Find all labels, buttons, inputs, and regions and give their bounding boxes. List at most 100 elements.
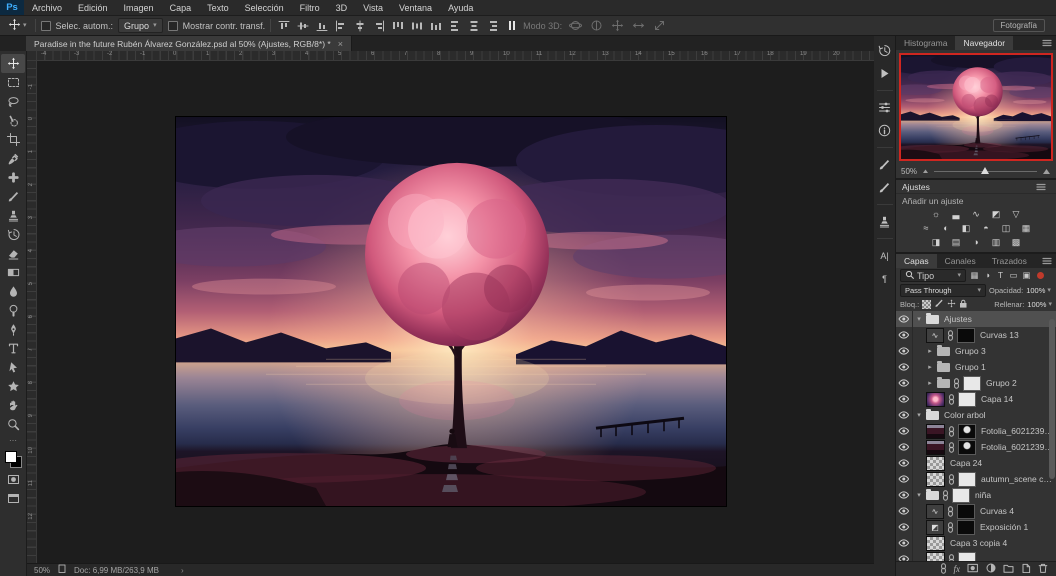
- lasso-tool[interactable]: [1, 92, 25, 111]
- layer-row-partial[interactable]: [896, 551, 1056, 561]
- navigator-preview[interactable]: [899, 53, 1053, 161]
- layer-visibility-toggle[interactable]: [896, 519, 913, 535]
- layer-visibility-toggle[interactable]: [896, 439, 913, 455]
- link-mask-icon[interactable]: [942, 490, 949, 501]
- link-mask-icon[interactable]: [947, 506, 954, 517]
- expand-group-icon[interactable]: ▸: [926, 363, 934, 371]
- brush-tool[interactable]: [1, 187, 25, 206]
- link-mask-icon[interactable]: [953, 378, 960, 389]
- collapse-group-icon[interactable]: ▾: [915, 491, 923, 499]
- layer-mask-thumbnail[interactable]: [958, 552, 976, 562]
- type-tool[interactable]: [1, 339, 25, 358]
- filter-toggle-icon[interactable]: [1037, 272, 1044, 279]
- align-options-icon[interactable]: [506, 21, 518, 30]
- photoshop-logo[interactable]: Ps: [0, 0, 24, 15]
- dist-vcenter-icon[interactable]: [409, 19, 425, 33]
- layer-visibility-toggle[interactable]: [896, 311, 913, 327]
- menu-seleccion[interactable]: Selección: [237, 0, 292, 15]
- layer-row-nina[interactable]: ▾niña: [896, 487, 1056, 503]
- layer-mask-thumbnail[interactable]: [957, 520, 975, 535]
- dist-left-icon[interactable]: [447, 19, 463, 33]
- status-zoom-value[interactable]: 50%: [34, 566, 50, 575]
- filter-pixel-icon[interactable]: ▦: [969, 270, 980, 281]
- color-swatches[interactable]: [5, 451, 22, 468]
- invert-adjustment-icon[interactable]: ◨: [928, 236, 944, 248]
- layer-mask-thumbnail[interactable]: [958, 424, 976, 439]
- layer-row-capa-14[interactable]: Capa 14: [896, 391, 1056, 407]
- filter-type-icon[interactable]: T: [995, 270, 1006, 281]
- menu-edicion[interactable]: Edición: [70, 0, 116, 15]
- layer-thumbnail[interactable]: [926, 456, 945, 471]
- quick-mask-button[interactable]: [1, 470, 25, 489]
- align-bottom-icon[interactable]: [314, 19, 330, 33]
- menu-vista[interactable]: Vista: [355, 0, 391, 15]
- lock-all-icon[interactable]: [959, 299, 968, 310]
- layer-row-ajustes[interactable]: ▾Ajustes: [896, 311, 1056, 327]
- workspace-switcher[interactable]: Fotografía: [993, 19, 1045, 32]
- new-layer-button[interactable]: [1021, 563, 1031, 575]
- character-panel-icon[interactable]: A|: [876, 248, 894, 263]
- align-left-icon[interactable]: [333, 19, 349, 33]
- layer-visibility-toggle[interactable]: [896, 327, 913, 343]
- photo-filter-adjustment-icon[interactable]: ◓: [978, 222, 994, 234]
- layer-visibility-toggle[interactable]: [896, 535, 913, 551]
- layers-scrollbar[interactable]: [1049, 319, 1055, 479]
- fill-value[interactable]: 100%▾: [1027, 300, 1052, 309]
- layer-visibility-toggle[interactable]: [896, 503, 913, 519]
- lock-pixels-icon[interactable]: [934, 298, 944, 310]
- menu-capa[interactable]: Capa: [162, 0, 200, 15]
- properties-panel-icon[interactable]: [876, 100, 894, 115]
- layer-row-curvas-4[interactable]: ∿Curvas 4: [896, 503, 1056, 519]
- menu-archivo[interactable]: Archivo: [24, 0, 70, 15]
- align-right-icon[interactable]: [371, 19, 387, 33]
- gradient-map-adjustment-icon[interactable]: ▥: [988, 236, 1004, 248]
- menu-filtro[interactable]: Filtro: [292, 0, 328, 15]
- blur-tool[interactable]: [1, 282, 25, 301]
- layer-row-autumn-scene-copia[interactable]: autumn_scene copia: [896, 471, 1056, 487]
- color-balance-adjustment-icon[interactable]: ◐: [938, 222, 954, 234]
- show-transform-checkbox[interactable]: [168, 21, 178, 31]
- screen-mode-button[interactable]: [1, 489, 25, 508]
- channel-mixer-adjustment-icon[interactable]: ◫: [998, 222, 1014, 234]
- tab-histograma[interactable]: Histograma: [896, 36, 955, 50]
- layer-thumbnail[interactable]: [926, 440, 945, 455]
- layer-row-exposicion-1[interactable]: ◩Exposición 1: [896, 519, 1056, 535]
- auto-select-dropdown[interactable]: Grupo▾: [118, 18, 163, 33]
- menu-ayuda[interactable]: Ayuda: [440, 0, 481, 15]
- layer-thumbnail[interactable]: [926, 392, 945, 407]
- filter-adjustment-icon[interactable]: ◑: [982, 270, 993, 281]
- eyedropper-tool[interactable]: [1, 149, 25, 168]
- menu-texto[interactable]: Texto: [199, 0, 237, 15]
- layer-row-curvas-13[interactable]: ∿Curvas 13: [896, 327, 1056, 343]
- info-panel-icon[interactable]: [876, 123, 894, 138]
- layer-visibility-toggle[interactable]: [896, 423, 913, 439]
- link-mask-icon[interactable]: [948, 394, 955, 405]
- path-selection-tool[interactable]: [1, 358, 25, 377]
- zoom-slider[interactable]: [934, 171, 1037, 172]
- expand-group-icon[interactable]: ▸: [926, 347, 934, 355]
- vibrance-adjustment-icon[interactable]: ▽: [1008, 208, 1024, 220]
- tab-canales[interactable]: Canales: [937, 254, 984, 268]
- layer-row-grupo-1[interactable]: ▸Grupo 1: [896, 359, 1056, 375]
- layer-row-color-arbol[interactable]: ▾Color arbol: [896, 407, 1056, 423]
- selective-color-adjustment-icon[interactable]: ▩: [1008, 236, 1024, 248]
- curves-layer-icon[interactable]: ∿: [926, 328, 944, 343]
- rectangular-marquee-tool[interactable]: [1, 73, 25, 92]
- zoom-tool[interactable]: [1, 415, 25, 434]
- lock-position-icon[interactable]: [947, 299, 956, 310]
- auto-select-checkbox[interactable]: [41, 21, 51, 31]
- hue-saturation-adjustment-icon[interactable]: ≈: [918, 222, 934, 234]
- layer-filter-type-dropdown[interactable]: Tipo▾: [900, 269, 966, 282]
- clone-stamp-tool[interactable]: [1, 206, 25, 225]
- quick-selection-tool[interactable]: [1, 111, 25, 130]
- layer-visibility-toggle[interactable]: [896, 343, 913, 359]
- layer-visibility-toggle[interactable]: [896, 455, 913, 471]
- navigator-zoom-value[interactable]: 50%: [901, 167, 917, 176]
- layer-thumbnail[interactable]: [926, 552, 945, 562]
- status-menu-arrow-icon[interactable]: ›: [181, 566, 184, 575]
- link-mask-icon[interactable]: [948, 554, 955, 562]
- link-mask-icon[interactable]: [947, 330, 954, 341]
- layer-row-grupo-2[interactable]: ▸Grupo 2: [896, 375, 1056, 391]
- layer-visibility-toggle[interactable]: [896, 551, 913, 561]
- close-tab-icon[interactable]: ×: [338, 39, 343, 49]
